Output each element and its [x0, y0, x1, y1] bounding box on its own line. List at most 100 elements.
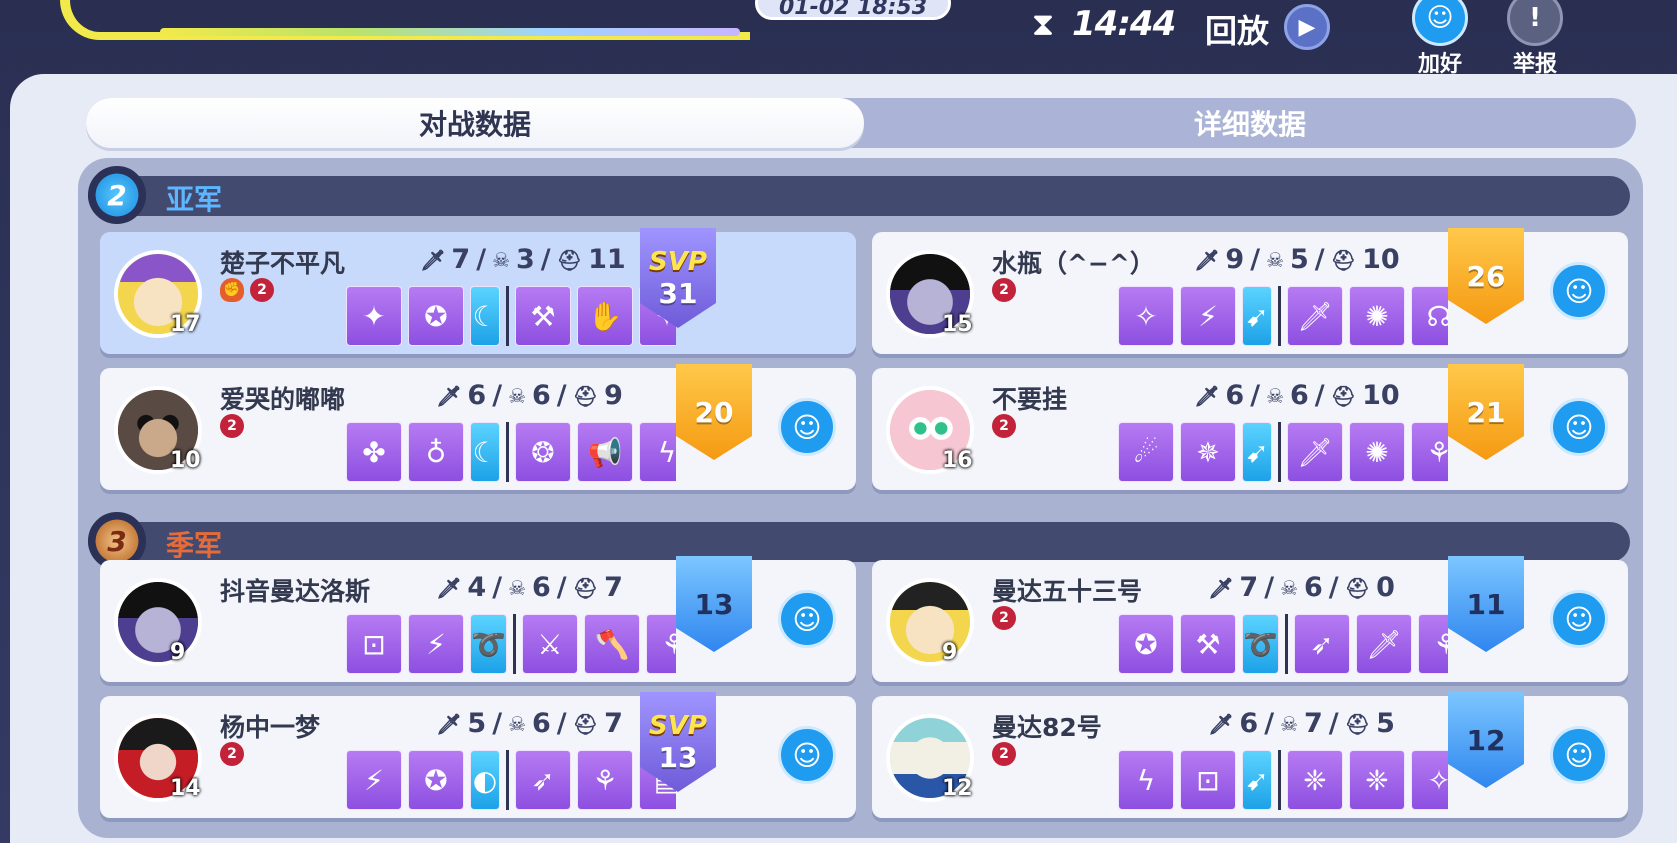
rank-emblem-icon: 2 [992, 278, 1016, 302]
player-card[interactable]: 9 曼达五十三号 2 🗡 7/ ☠ 6/ ⛑ 0 ✪ ⚒ ➰ ➶ 🗡 ⚘ 11 ☺ [872, 556, 1628, 682]
skill-icon[interactable]: ➹ [1242, 750, 1272, 810]
megaphone-icon[interactable]: 📢 [577, 422, 633, 482]
dagger-icon[interactable]: 🗡 [1355, 614, 1412, 674]
section-title-second: 亚军 [166, 183, 223, 216]
avatar[interactable] [886, 578, 974, 666]
replay-label[interactable]: 回放 [1205, 6, 1269, 52]
skill-icon[interactable]: ☾ [470, 286, 500, 346]
skill-icon[interactable]: ◐ [470, 750, 500, 810]
add-friend-top-button[interactable]: ☺ 加好友 [1408, 0, 1472, 74]
play-icon[interactable]: ▶ [1284, 4, 1330, 50]
assists-value: 7 [604, 708, 623, 739]
dagger-icon[interactable]: 🗡 [1287, 422, 1343, 482]
helmet-icon: ⛑ [572, 383, 599, 408]
add-friend-icon[interactable]: ☺ [778, 398, 836, 456]
skill-icon[interactable]: ☾ [470, 422, 500, 482]
add-friend-icon[interactable]: ☺ [1550, 262, 1608, 320]
skill-icon[interactable]: ✺ [1349, 286, 1405, 346]
skill-icon[interactable]: ⊡ [346, 614, 402, 674]
skill-icon[interactable]: ✵ [1180, 422, 1236, 482]
player-card[interactable]: 10 爱哭的嘟嘟 2 🗡 6/ ☠ 6/ ⛑ 9 ✤ ♁ ☾ ❂ 📢 ϟ 20 ☺ [100, 364, 856, 490]
skill-icon[interactable]: ✪ [1118, 614, 1174, 674]
rank-emblem-icon: 2 [992, 414, 1016, 438]
skill-icon[interactable]: ✺ [1349, 422, 1405, 482]
skill-icon[interactable]: ☊ [1411, 286, 1448, 346]
skill-icon[interactable]: ⚡ [408, 614, 464, 674]
skill-icon[interactable]: ϟ [639, 422, 676, 482]
kda-stats: 🗡 7/ ☠ 3/ ⛑ 11 [420, 244, 626, 275]
axe-icon[interactable]: 🪓 [583, 614, 640, 674]
skill-icon[interactable]: ✧ [1411, 750, 1448, 810]
player-name: 楚子不平凡 [220, 249, 346, 278]
sword-icon: 🗡 [436, 383, 462, 408]
hammer-icon[interactable]: ⚒ [515, 286, 571, 346]
skill-icon[interactable]: ❈ [1349, 750, 1405, 810]
tab-detailed-data[interactable]: 详细数据 [864, 98, 1636, 148]
skill-icon[interactable]: ❈ [1287, 750, 1343, 810]
skill-icon[interactable]: ✤ [346, 422, 402, 482]
add-friend-icon[interactable]: ☺ [1550, 726, 1608, 784]
deaths-value: 6 [1304, 572, 1323, 603]
skill-loadout: ⚡ ✪ ◐ ➶ ⚘ ▤ [346, 748, 676, 812]
player-level: 14 [170, 776, 201, 801]
player-card[interactable]: 9 抖音曼达洛斯 🗡 4/ ☠ 6/ ⛑ 7 ⊡ ⚡ ➰ ⚔ 🪓 ⚘ 13 ☺ [100, 556, 856, 682]
skill-loadout: ✪ ⚒ ➰ ➶ 🗡 ⚘ [1118, 612, 1448, 676]
deaths-value: 6 [532, 572, 551, 603]
skill-icon[interactable]: ❂ [515, 422, 571, 482]
add-friend-icon[interactable]: ☺ [778, 590, 836, 648]
skill-icon[interactable]: ⚘ [645, 614, 676, 674]
skill-icon[interactable]: ✦ [346, 286, 402, 346]
player-card[interactable]: 16 不要挂 2 🗡 6/ ☠ 6/ ⛑ 10 ☄ ✵ ➹ 🗡 ✺ ⚘ 21 ☺ [872, 364, 1628, 490]
helmet-icon: ⛑ [1344, 575, 1371, 600]
player-card[interactable]: 15 水瓶（^−^） 2 🗡 9/ ☠ 5/ ⛑ 10 ✧ ⚡ ➹ 🗡 ✺ ☊ 26 … [872, 228, 1628, 354]
skill-icon[interactable]: ☄ [1118, 422, 1174, 482]
crossbow-icon[interactable]: ➶ [1293, 614, 1350, 674]
kills-value: 6 [1225, 380, 1245, 411]
skull-icon: ☠ [1266, 383, 1284, 408]
player-badges: ✊ 2 [220, 278, 274, 302]
skill-icon[interactable]: ✪ [408, 750, 464, 810]
skill-icon[interactable]: ➰ [1242, 614, 1279, 674]
skill-icon[interactable]: ⚡ [346, 750, 402, 810]
report-button[interactable]: ! 举报 [1503, 0, 1567, 74]
skill-icon[interactable]: ♁ [408, 422, 464, 482]
skill-icon[interactable]: ⚡ [1180, 286, 1236, 346]
assists-value: 5 [1376, 708, 1395, 739]
add-friend-icon[interactable]: ☺ [778, 726, 836, 784]
hammer-icon[interactable]: ⚒ [1180, 614, 1236, 674]
skill-icon[interactable]: ✪ [408, 286, 464, 346]
player-badges: 2 [992, 414, 1016, 438]
tab-battle-data[interactable]: 对战数据 [86, 98, 864, 148]
player-score: 31 [658, 276, 698, 310]
skill-icon[interactable]: ⊡ [1180, 750, 1236, 810]
helmet-icon: ⛑ [1344, 711, 1371, 736]
skill-icon[interactable]: ➹ [1242, 286, 1272, 346]
glove-icon[interactable]: ✋ [577, 286, 633, 346]
player-card[interactable]: 17 楚子不平凡 ✊ 2 🗡7/ ☠3/ ⛑11 ✦ ✪ ☾ ⚒ ✋ ✧ SVP… [100, 228, 856, 354]
player-score: 13 [694, 587, 734, 621]
add-friend-icon[interactable]: ☺ [1550, 398, 1608, 456]
avatar[interactable] [114, 578, 202, 666]
add-friend-icon: ☺ [1412, 0, 1468, 46]
skill-icon[interactable]: ➹ [1242, 422, 1272, 482]
sword-icon: 🗡 [436, 711, 462, 736]
player-card[interactable]: 14 杨中一梦 2 🗡5/ ☠6/ ⛑7 ⚡ ✪ ◐ ➶ ⚘ ▤ SVP 13 … [100, 692, 856, 818]
skill-icon[interactable]: ➰ [470, 614, 507, 674]
player-card[interactable]: 12 曼达82号 2 🗡 6/ ☠ 7/ ⛑ 5 ϟ ⊡ ➹ ❈ ❈ ✧ 12 ☺ [872, 692, 1628, 818]
skill-icon[interactable]: ϟ [1118, 750, 1174, 810]
top-bar: 01-02 18:53 ⧗ 14:44 回放 ▶ ☺ 加好友 ! 举报 [0, 0, 1677, 74]
dagger-icon[interactable]: 🗡 [1287, 286, 1343, 346]
skill-icon[interactable]: ⚘ [1411, 422, 1448, 482]
skill-icon[interactable]: ⚘ [577, 750, 633, 810]
crossbow-icon[interactable]: ➶ [515, 750, 571, 810]
skill-icon[interactable]: ✧ [1118, 286, 1174, 346]
kills-value: 6 [1239, 708, 1259, 739]
skill-icon[interactable]: ⚘ [1417, 614, 1448, 674]
deaths-value: 6 [532, 708, 551, 739]
decorative-rainbow-line [160, 28, 740, 36]
helmet-icon: ⛑ [572, 711, 599, 736]
deaths-value: 6 [532, 380, 551, 411]
add-friend-icon[interactable]: ☺ [1550, 590, 1608, 648]
sword-icon: 🗡 [420, 247, 446, 272]
sword-skill-icon[interactable]: ⚔ [521, 614, 578, 674]
